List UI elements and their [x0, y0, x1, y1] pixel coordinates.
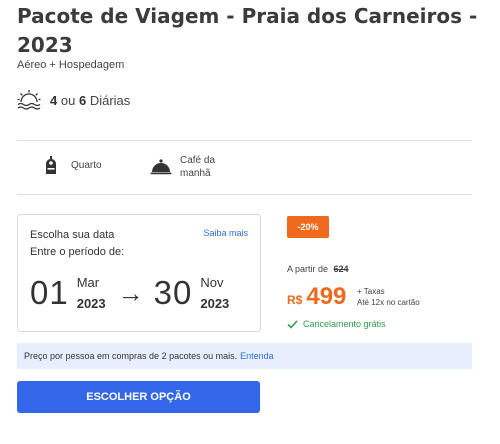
end-month-year: Nov 2023: [200, 275, 229, 311]
amenity-breakfast-label: Café da manhã: [180, 155, 216, 179]
days-min: 4: [50, 92, 58, 108]
divider-bottom: [17, 194, 472, 195]
period-label: Entre o período de:: [30, 246, 125, 258]
start-day: 01: [30, 274, 69, 311]
installments-label: Até 12x no cartão: [357, 298, 420, 307]
days-info: 4 ou 6 Diárias: [17, 89, 130, 111]
package-title: Pacote de Viagem - Praia dos Carneiros -…: [17, 4, 478, 57]
date-heading: Escolha sua data: [30, 229, 115, 241]
info-text: Preço por pessoa em compras de 2 pacotes…: [24, 351, 238, 361]
package-subtitle: Aéreo + Hospedagem: [17, 59, 125, 71]
cancellation-info: Cancelamento grátis: [287, 319, 386, 329]
choose-option-button[interactable]: ESCOLHER OPÇÃO: [17, 381, 260, 413]
entenda-link[interactable]: Entenda: [240, 351, 274, 361]
start-month-year: Mar 2023: [77, 275, 106, 311]
current-price: R$ 499: [287, 284, 346, 310]
cancellation-label: Cancelamento grátis: [303, 319, 386, 329]
old-price: 624: [333, 264, 349, 274]
divider-top: [17, 140, 472, 141]
saiba-mais-link[interactable]: Saiba mais: [203, 228, 248, 238]
end-day: 30: [153, 274, 193, 311]
sunset-icon: [17, 90, 41, 110]
info-bar: Preço por pessoa em compras de 2 pacotes…: [17, 343, 472, 369]
from-label: A partir de: [287, 264, 329, 274]
end-year: 2023: [200, 296, 230, 311]
discount-badge: -20%: [287, 216, 329, 238]
arrow-right-icon: →: [117, 278, 144, 308]
start-year: 2023: [76, 296, 106, 311]
amenity-room: Quarto: [45, 155, 102, 175]
days-text: 4 ou 6 Diárias: [50, 93, 130, 108]
amenity-room-label: Quarto: [71, 159, 102, 171]
date-range: 01 Mar 2023 → 30 Nov 2023: [30, 274, 229, 312]
price-currency: R$: [287, 293, 303, 307]
cloche-icon: [150, 159, 172, 175]
date-selector[interactable]: Escolha sua data Saiba mais Entre o perí…: [17, 214, 261, 332]
price-value: 499: [306, 283, 347, 310]
taxes-label: + Taxas: [357, 287, 385, 296]
days-max: 6: [78, 92, 87, 108]
end-month: Nov: [200, 275, 224, 290]
amenity-breakfast: Café da manhã: [150, 154, 220, 180]
days-unit: Diárias: [89, 92, 131, 108]
door-hanger-icon: [45, 156, 57, 174]
start-month: Mar: [76, 275, 100, 290]
check-icon: [287, 319, 298, 329]
days-connector: ou: [60, 92, 76, 108]
from-price: A partir de 624: [287, 264, 349, 274]
price-notes: + Taxas Até 12x no cartão: [357, 286, 420, 308]
